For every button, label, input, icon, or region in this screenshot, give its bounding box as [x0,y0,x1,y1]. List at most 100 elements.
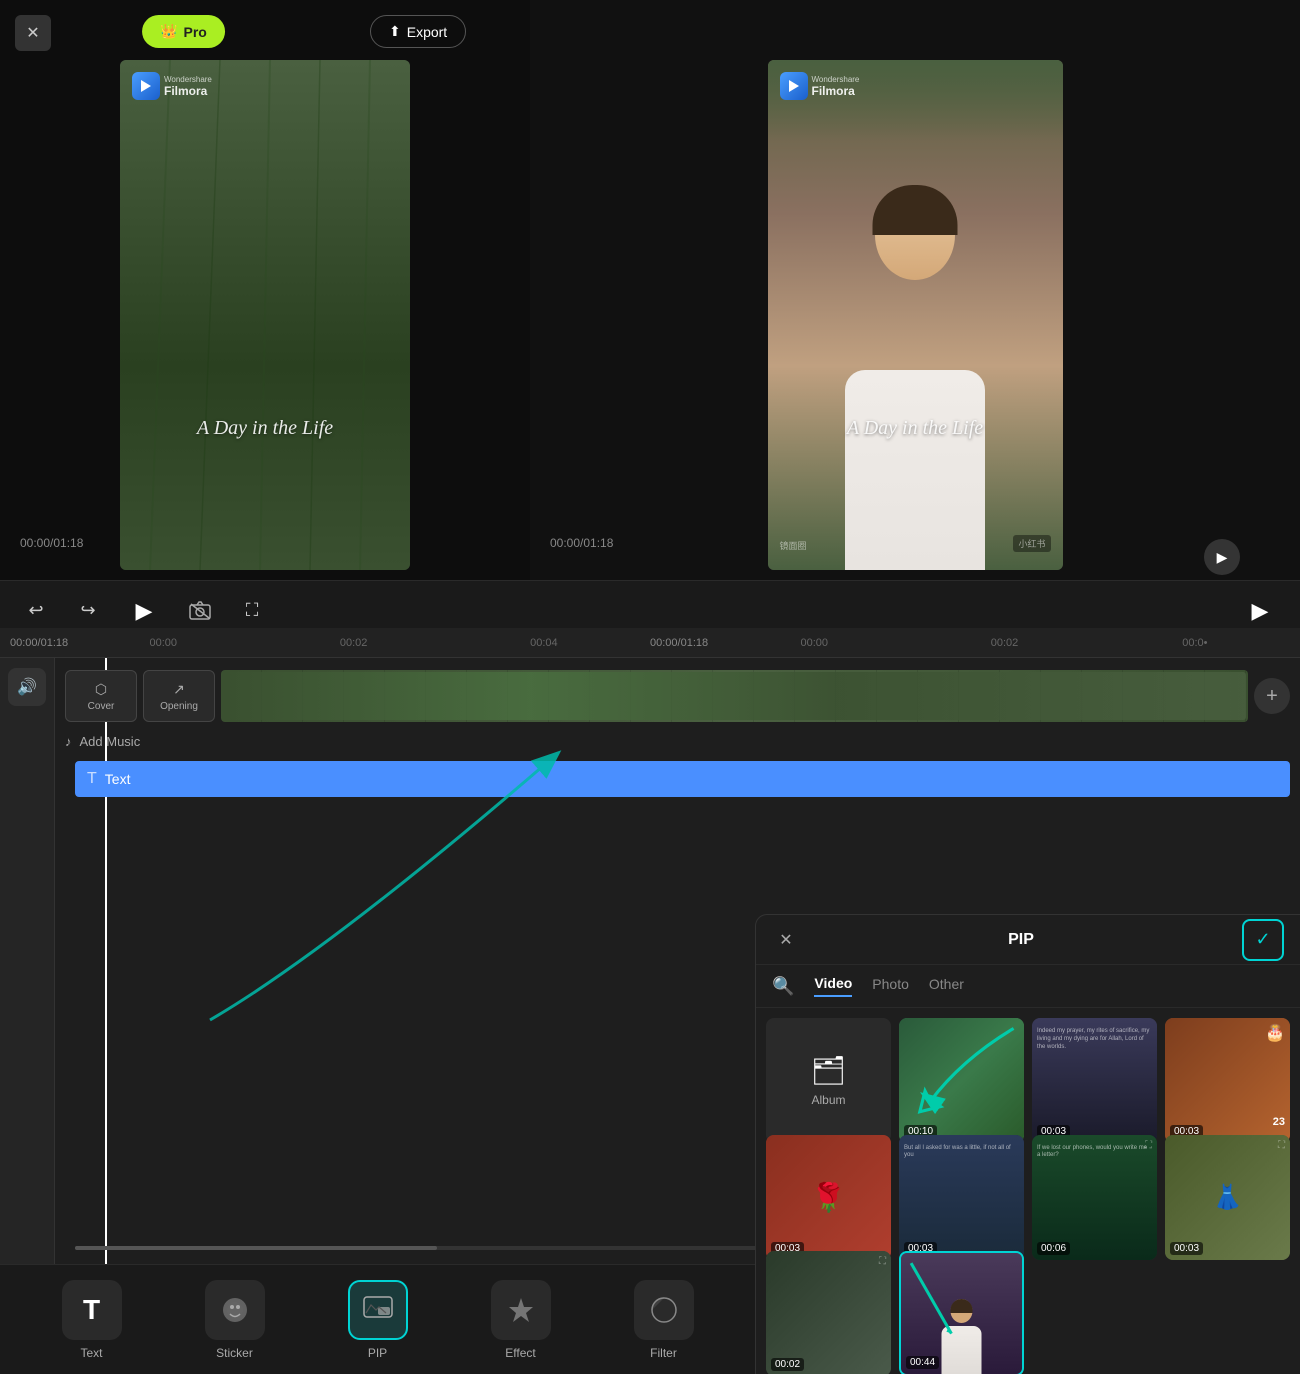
opening-label: Opening [160,701,198,712]
filmora-logo-left [132,72,160,100]
pip-item-album[interactable]: 🗂 Album [766,1018,891,1143]
redo-button[interactable]: ↪ [72,595,104,627]
text-track-label: Text [105,771,131,787]
pip-tool-label: PIP [368,1346,387,1360]
add-clip-button[interactable]: + [1254,678,1290,714]
text-tool-icon: T [62,1280,122,1340]
pip-item-8[interactable]: ⛶ 00:02 [766,1251,891,1374]
video-track-container [221,670,1248,722]
text-tool-label: Text [80,1346,102,1360]
ruler-0: 00:00 [68,637,258,649]
bottom-toolbar: T Text Sticker PIP [0,1264,755,1374]
timeline-content: ⬡ Cover ↗ Opening [55,658,1300,805]
ruler-4: 00:04 [449,637,639,649]
time-display-left: 00:00/01:18 [20,536,83,550]
opening-button[interactable]: ↗ Opening [143,670,215,722]
sticker-tool-label: Sticker [216,1346,253,1360]
timeline-scroll-thumb[interactable] [75,1246,437,1250]
ruler-r0: 00:00 [719,637,909,649]
video-title-left: A Day in the Life [197,417,333,440]
pip-tabs: 🔍 Video Photo Other [756,965,1300,1008]
sticker-tool-icon [205,1280,265,1340]
time-display-right: 00:00/01:18 [550,536,613,550]
fullscreen-button[interactable]: ⛶ [236,595,268,627]
snapshot-button[interactable] [184,595,216,627]
tool-filter[interactable]: Filter [634,1280,694,1360]
pip-duration-8: 00:02 [771,1358,804,1371]
album-label: Album [811,1093,845,1107]
video-frame-left: Wondershare Filmora A Day in the Life [120,60,410,570]
tool-text[interactable]: T Text [62,1280,122,1360]
pip-tab-other[interactable]: Other [929,976,964,996]
pip-search-button[interactable]: 🔍 [772,976,794,997]
undo-button[interactable]: ↩ [20,595,52,627]
pip-item-9[interactable]: 00:44 [899,1251,1024,1374]
watermark-right: Wondershare Filmora [780,72,860,100]
ruler-r2: 00:02 [909,637,1099,649]
filter-tool-label: Filter [650,1346,677,1360]
pip-item-6[interactable]: If we lost our phones, would you write m… [1032,1135,1157,1260]
ruler-r3: 00:0• [1100,637,1290,649]
music-note-icon: ♪ [65,734,72,749]
play-button-main[interactable]: ▶ [124,591,164,631]
tool-sticker[interactable]: Sticker [205,1280,265,1360]
preview-area: Wondershare Filmora A Day in the Life 00… [0,0,1300,630]
cover-button[interactable]: ⬡ Cover [65,670,137,722]
pip-header: ✕ PIP ✓ [756,915,1300,965]
album-icon: 🗂 [811,1054,847,1087]
pip-item-5[interactable]: But all I asked for was a little, if not… [899,1135,1024,1260]
pip-tab-photo[interactable]: Photo [872,976,909,996]
opening-icon: ↗ [173,681,185,698]
pro-button[interactable]: 👑 Pro [142,15,225,48]
preview-left: Wondershare Filmora A Day in the Life 00… [0,0,530,630]
filter-tool-icon [634,1280,694,1340]
close-button[interactable]: ✕ [15,15,51,51]
time-center-display: 00:00/01:18 [639,637,719,649]
pip-title: PIP [800,931,1242,949]
export-label: Export [407,24,447,40]
cover-row: ⬡ Cover ↗ Opening [65,670,1290,722]
play-button-right[interactable]: ▶ [1204,539,1240,575]
pip-tab-video[interactable]: Video [814,975,852,997]
effect-tool-label: Effect [505,1346,535,1360]
ruler-2: 00:02 [258,637,448,649]
audio-icon[interactable]: 🔊 [8,668,46,706]
text-track-container: T Text [75,761,1290,797]
text-track-icon: T [87,770,97,788]
watermark-filmora: Filmora [164,84,212,98]
add-music-label: Add Music [80,734,141,749]
cover-label: Cover [88,701,115,712]
watermark-brand: Wondershare [164,75,212,84]
pip-item-4[interactable]: 🌹 00:03 [766,1135,891,1260]
watermark-bottom-left: 镜面圈 [780,539,807,552]
pip-duration-7: 00:03 [1170,1242,1203,1255]
pip-item-2[interactable]: Indeed my prayer, my rites of sacrifice,… [1032,1018,1157,1143]
watermark-bottom-right: 小红书 [1013,535,1050,552]
pip-panel: ✕ PIP ✓ 🔍 Video Photo Other 🗂 Album [755,914,1300,1374]
right-controls: ▶ [1240,591,1280,631]
filmora-logo-right [780,72,808,100]
video-track-strip[interactable] [221,670,1248,722]
pip-confirm-button[interactable]: ✓ [1242,919,1284,961]
play-button-right-ctrl[interactable]: ▶ [1240,591,1280,631]
pip-item-3[interactable]: 🎂 23 00:03 [1165,1018,1290,1143]
pip-item-7[interactable]: 👗 ⛶ 00:03 [1165,1135,1290,1260]
pro-icon: 👑 [160,23,177,40]
effect-tool-icon [491,1280,551,1340]
video-bg-left: Wondershare Filmora A Day in the Life [120,60,410,570]
tool-effect[interactable]: Effect [491,1280,551,1360]
timeline-ruler: 00:00/01:18 00:00 00:02 00:04 00:00/01:1… [0,628,1300,658]
export-icon: ⬆ [389,23,401,40]
pip-grid: 🗂 Album 00:10 Indeed my prayer, my rites… [756,1008,1300,1374]
preview-right: Wondershare Filmora A Day in the Life 镜面… [530,0,1300,630]
pip-tool-icon [348,1280,408,1340]
cover-icon: ⬡ [95,681,107,698]
export-button[interactable]: ⬆ Export [370,15,466,48]
text-track[interactable]: T Text [75,761,1290,797]
time-left-display: 00:00/01:18 [10,637,68,649]
pip-close-button[interactable]: ✕ [772,926,800,954]
pip-item-1[interactable]: 00:10 [899,1018,1024,1143]
tool-pip[interactable]: PIP [348,1280,408,1360]
watermark-left: Wondershare Filmora [132,72,212,100]
add-music-row[interactable]: ♪ Add Music [65,728,1290,755]
